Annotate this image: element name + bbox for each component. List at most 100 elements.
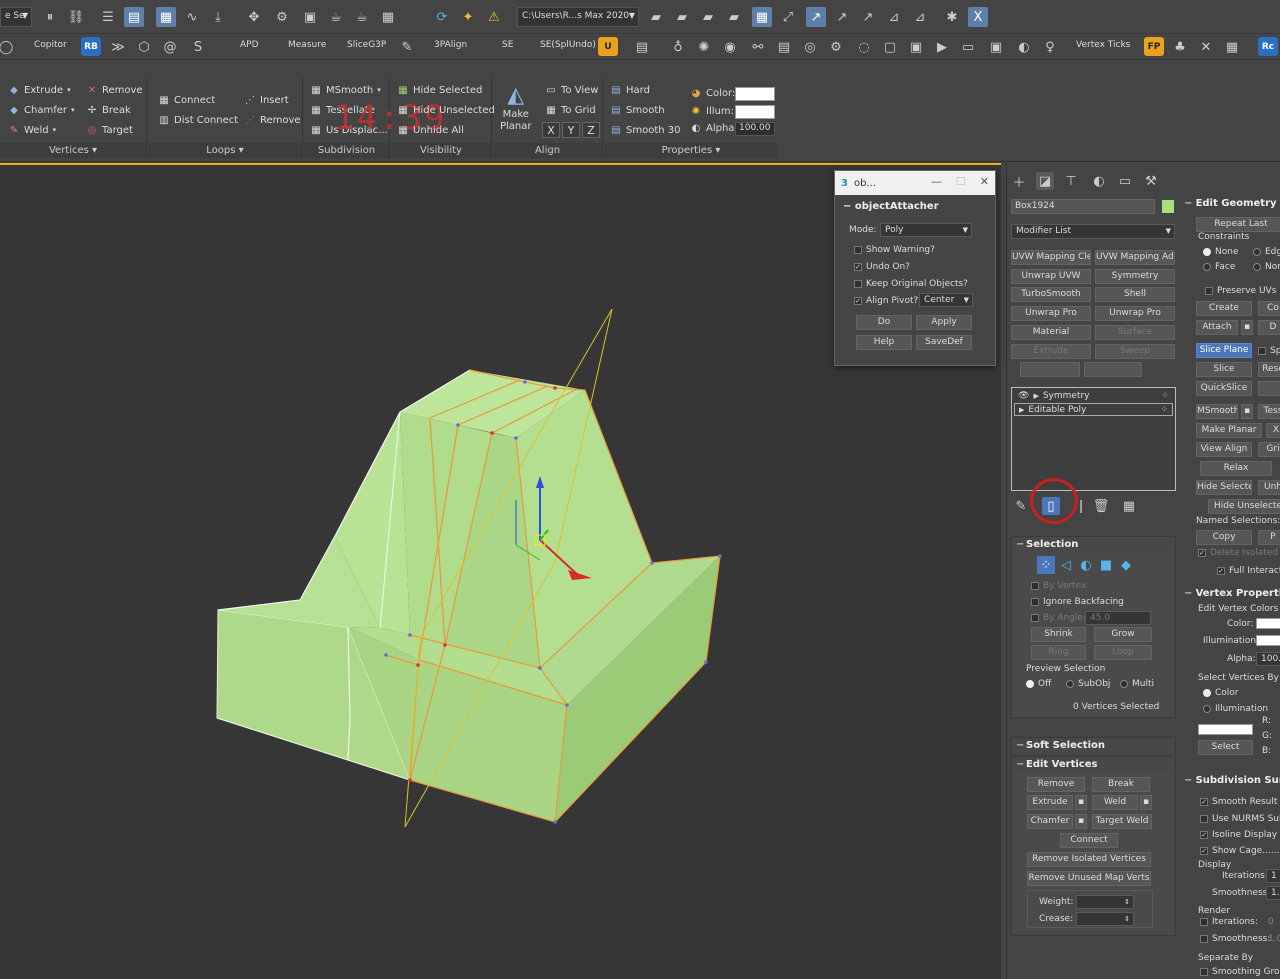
eye-icon[interactable]: 👁 [1018, 391, 1029, 401]
vertex-level-icon[interactable]: ⁘ [1037, 556, 1055, 574]
snap-angle-icon[interactable]: ↗ [806, 7, 826, 27]
modify-tab-icon[interactable]: ◪ [1036, 172, 1054, 190]
relax-button[interactable]: Relax [1200, 461, 1272, 476]
curve-editor-icon[interactable]: ∿ [182, 7, 202, 27]
vp-alpha-spinner[interactable]: 100.0 [1256, 652, 1280, 666]
edit-vertices-header[interactable]: Edit Vertices [1012, 757, 1175, 773]
layer-explorer-icon[interactable]: ▤ [124, 7, 144, 27]
ring-button[interactable]: Ring [1031, 645, 1086, 660]
weld-button[interactable]: ✎ Weld ▾ [8, 124, 56, 136]
copy-named-button[interactable]: Copy [1196, 530, 1252, 545]
snap-spinner-icon[interactable]: ↗ [858, 7, 878, 27]
slice-button[interactable]: Slice [1196, 362, 1252, 377]
target-icon[interactable]: ◎ [800, 37, 820, 57]
utilities-tab-icon[interactable]: ⚒ [1142, 172, 1160, 190]
use-nurms-checkbox[interactable]: Use NURMS Subdi [1200, 814, 1280, 824]
modifier-list-dropdown[interactable]: Modifier List ▼ [1011, 224, 1175, 239]
select-by-color-radio[interactable]: Color [1203, 688, 1239, 698]
shell-button[interactable]: Shell [1095, 287, 1175, 302]
view-align-button[interactable]: View Align [1196, 442, 1252, 457]
uvw-mapping-clear-button[interactable]: UVW Mapping Clear [1011, 250, 1091, 265]
vertex-ticks-button[interactable]: Vertex Ticks [1076, 40, 1130, 50]
properties-footer[interactable]: Properties ▾ [604, 143, 778, 158]
pin-stack-icon[interactable]: ✎ [1012, 497, 1030, 515]
slice-plane-button[interactable]: Slice Plane [1196, 343, 1252, 358]
render-production-icon[interactable]: ☕ [352, 7, 372, 27]
schematic-view-icon[interactable]: ⤓ [208, 7, 228, 27]
sun-icon[interactable]: ✺ [694, 37, 714, 57]
remove-isolated-vertices-button[interactable]: Remove Isolated Vertices [1027, 852, 1151, 867]
dist-connect-button[interactable]: ▥ Dist Connect [158, 114, 238, 126]
unwrap-pro-button[interactable]: Unwrap Pro [1011, 306, 1091, 321]
render-teapot-icon[interactable]: ☕ [326, 7, 346, 27]
preview-subobj-radio[interactable]: SubObj [1066, 679, 1110, 689]
undo-on-checkbox[interactable]: ✓ Undo On? [854, 262, 910, 272]
constraint-normal-radio[interactable]: Nor [1253, 262, 1280, 272]
motion-tab-icon[interactable]: ◐ [1090, 172, 1108, 190]
target-button[interactable]: ◎ Target [86, 124, 133, 136]
do-button[interactable]: Do [856, 315, 912, 330]
expand-icon[interactable]: ▶ [1033, 392, 1038, 400]
collapse-button[interactable]: Co [1258, 301, 1280, 316]
chamfer-button[interactable]: ◆ Chamfer ▾ [8, 104, 74, 116]
vertices-footer[interactable]: Vertices ▾ [0, 143, 146, 158]
reset-plane-button[interactable]: Rese [1258, 362, 1280, 377]
smooth-result-checkbox[interactable]: ✓ Smooth Result [1200, 797, 1277, 807]
apply-button[interactable]: Apply [916, 315, 972, 330]
by-vertex-checkbox[interactable]: By Vertex [1031, 581, 1086, 591]
polygon-level-icon[interactable]: ■ [1097, 556, 1115, 574]
attach-list-button[interactable]: ▪ [1241, 320, 1253, 335]
align-y-button[interactable]: Y [562, 122, 580, 138]
play-icon[interactable]: ▶ [932, 37, 952, 57]
symmetry-button[interactable]: Symmetry [1095, 269, 1175, 284]
connect-button[interactable]: ▦ Connect [158, 94, 215, 106]
subdivision-footer[interactable]: Subdivision [304, 143, 389, 158]
wand-icon[interactable]: ✦ [458, 7, 478, 27]
align-x-button[interactable]: X [542, 122, 560, 138]
unhide-all-button[interactable]: ▦ Unhide All [397, 124, 464, 136]
select-by-name-icon[interactable]: ☰ [98, 7, 118, 27]
isoline-display-checkbox[interactable]: ✓ Isoline Display [1200, 830, 1277, 840]
ignore-backfacing-checkbox[interactable]: Ignore Backfacing [1031, 597, 1124, 607]
align-pivot-dropdown[interactable]: Center ▼ [919, 293, 973, 307]
weld-settings-button[interactable]: ▪ [1140, 795, 1152, 810]
monitor-icon[interactable]: ▣ [906, 37, 926, 57]
refresh-circle-icon[interactable]: ◌ [854, 37, 874, 57]
illum-color-swatch[interactable] [735, 105, 775, 119]
element-level-icon[interactable]: ◆ [1117, 556, 1135, 574]
create-tab-icon[interactable]: ＋ [1010, 172, 1028, 191]
sliceg3p-button[interactable]: SliceG3P [347, 40, 386, 50]
border-level-icon[interactable]: ◐ [1077, 556, 1095, 574]
hide-selected-geo-button[interactable]: Hide Selected [1196, 480, 1252, 495]
remove-modifier-icon[interactable]: 🗑 [1092, 497, 1110, 515]
folder-save-icon[interactable]: ▰ [698, 7, 718, 27]
weld-vertices-button[interactable]: Weld [1092, 795, 1138, 810]
chamfer-vertices-button[interactable]: Chamfer [1027, 814, 1073, 829]
smooth30-button[interactable]: ▤ Smooth 30 [610, 124, 680, 136]
pen-icon[interactable]: ✎ [397, 37, 417, 57]
break-button[interactable]: ✢ Break [86, 104, 131, 116]
constraint-none-radio[interactable]: None [1203, 247, 1238, 257]
display-tab-icon[interactable]: ▭ [1116, 172, 1134, 190]
apd-button[interactable]: APD [240, 40, 259, 50]
sc-icon[interactable]: S [188, 37, 208, 57]
by-angle-spinner[interactable]: 45.0 [1085, 611, 1151, 625]
snap-grid-icon[interactable]: ▦ [752, 7, 772, 27]
to-view-button[interactable]: ▭ To View [545, 84, 598, 96]
path-dropdown[interactable]: C:\Users\R...s Max 2020 ▼ [517, 7, 639, 27]
se-splundo-button[interactable]: SE(SplUndo) [540, 40, 596, 50]
subdivision-surface-header[interactable]: Subdivision Surfac [1184, 775, 1280, 786]
keep-original-checkbox[interactable]: Keep Original Objects? [854, 279, 968, 289]
cut-button[interactable] [1258, 381, 1280, 396]
circle-icon[interactable]: ◯ [0, 37, 16, 57]
render-smoothness-value[interactable]: 1.0 [1268, 934, 1280, 944]
vertex-properties-header[interactable]: Vertex Properties [1184, 588, 1280, 599]
stack-item-editable-poly[interactable]: ▶ Editable Poly ⁘ [1014, 403, 1173, 416]
tree-icon[interactable]: ♣ [1170, 37, 1190, 57]
msmooth-button[interactable]: ▦ MSmooth ▾ [310, 84, 380, 96]
u-button[interactable]: U [598, 37, 618, 56]
hide-unselected-button[interactable]: ▦ Hide Unselected [397, 104, 495, 116]
uvw-mapping-add-button[interactable]: UVW Mapping Add [1095, 250, 1175, 265]
axis-icon[interactable]: ⤢ [778, 7, 798, 27]
select-by-color-button[interactable]: Select [1198, 740, 1253, 755]
